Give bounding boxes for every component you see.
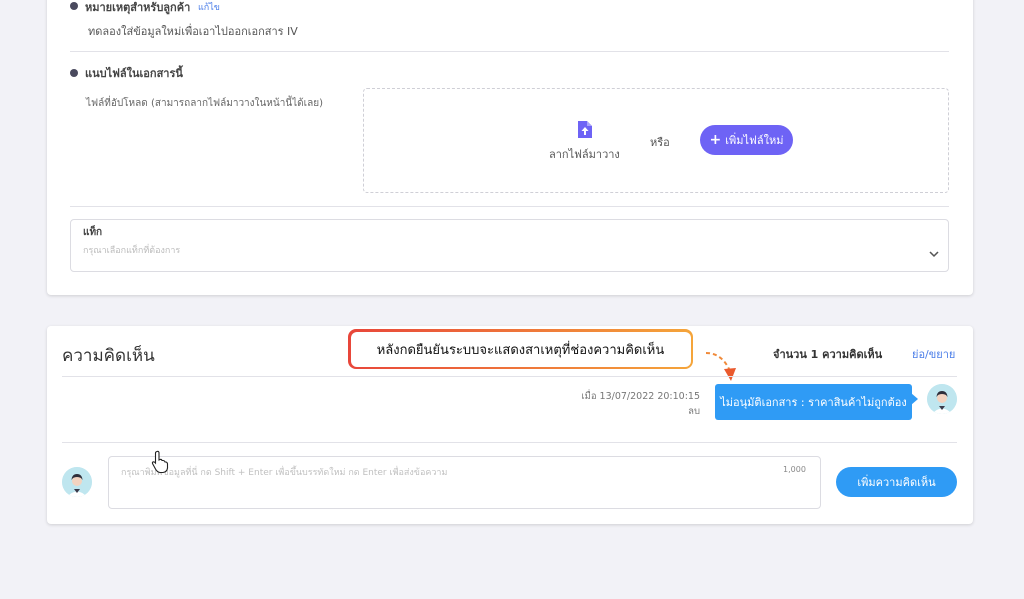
user-avatar-icon [62,467,92,497]
comment-input[interactable] [108,456,821,509]
section-bullet [70,69,78,77]
plus-icon: + [709,132,722,148]
attachments-hint: ไฟล์ที่อัปโหลด (สามารถลากไฟล์มาวางในหน้า… [86,98,323,109]
add-file-label: เพิ่มไฟล์ใหม่ [725,134,784,147]
tag-select[interactable] [70,219,949,272]
annotation-callout-text: หลังกดยืนยันระบบจะแสดงสาเหตุที่ช่องความค… [350,331,691,367]
delete-comment-link[interactable]: ลบ [560,404,700,419]
comment-count: จำนวน 1 ความคิดเห็น [773,348,883,361]
collapse-expand-link[interactable]: ย่อ/ขยาย [912,345,955,363]
char-limit: 1,000 [783,465,806,474]
arrow-icon [705,352,736,381]
divider [70,206,949,207]
comment-bubble: ไม่อนุมัติเอกสาร : ราคาสินค้าไม่ถูกต้อง [715,384,918,420]
or-label: หรือ [650,136,670,149]
tag-label: แท็ก [83,227,103,238]
avatar [927,384,957,414]
file-upload-icon [578,121,592,138]
section-bullet [70,2,78,10]
chevron-down-icon[interactable] [929,250,939,258]
add-new-file-button[interactable]: + เพิ่มไฟล์ใหม่ [700,125,793,155]
annotation-callout: หลังกดยืนยันระบบจะแสดงสาเหตุที่ช่องความค… [348,329,693,369]
customer-note-title: หมายเหตุสำหรับลูกค้า [85,1,191,14]
divider [62,442,957,443]
avatar [62,467,92,497]
comment-timestamp: เมื่อ 13/07/2022 20:10:15 [581,391,700,402]
divider [70,51,949,52]
tag-placeholder: กรุณาเลือกแท็กที่ต้องการ [83,246,181,256]
add-comment-button[interactable]: เพิ่มความคิดเห็น [836,467,957,497]
drag-file-label: ลากไฟล์มาวาง [549,148,620,161]
hand-cursor-icon [151,450,169,474]
edit-note-link[interactable]: แก้ไข [198,0,220,14]
customer-note-text: ทดลองใส่ข้อมูลใหม่เพื่อเอาไปออกเอกสาร IV [88,25,298,38]
comment-meta: เมื่อ 13/07/2022 20:10:15 ลบ [560,389,700,419]
divider [62,376,957,377]
attachments-title: แนบไฟล์ในเอกสารนี้ [85,67,183,80]
comments-title: ความคิดเห็น [62,346,155,366]
user-avatar-icon [927,384,957,414]
